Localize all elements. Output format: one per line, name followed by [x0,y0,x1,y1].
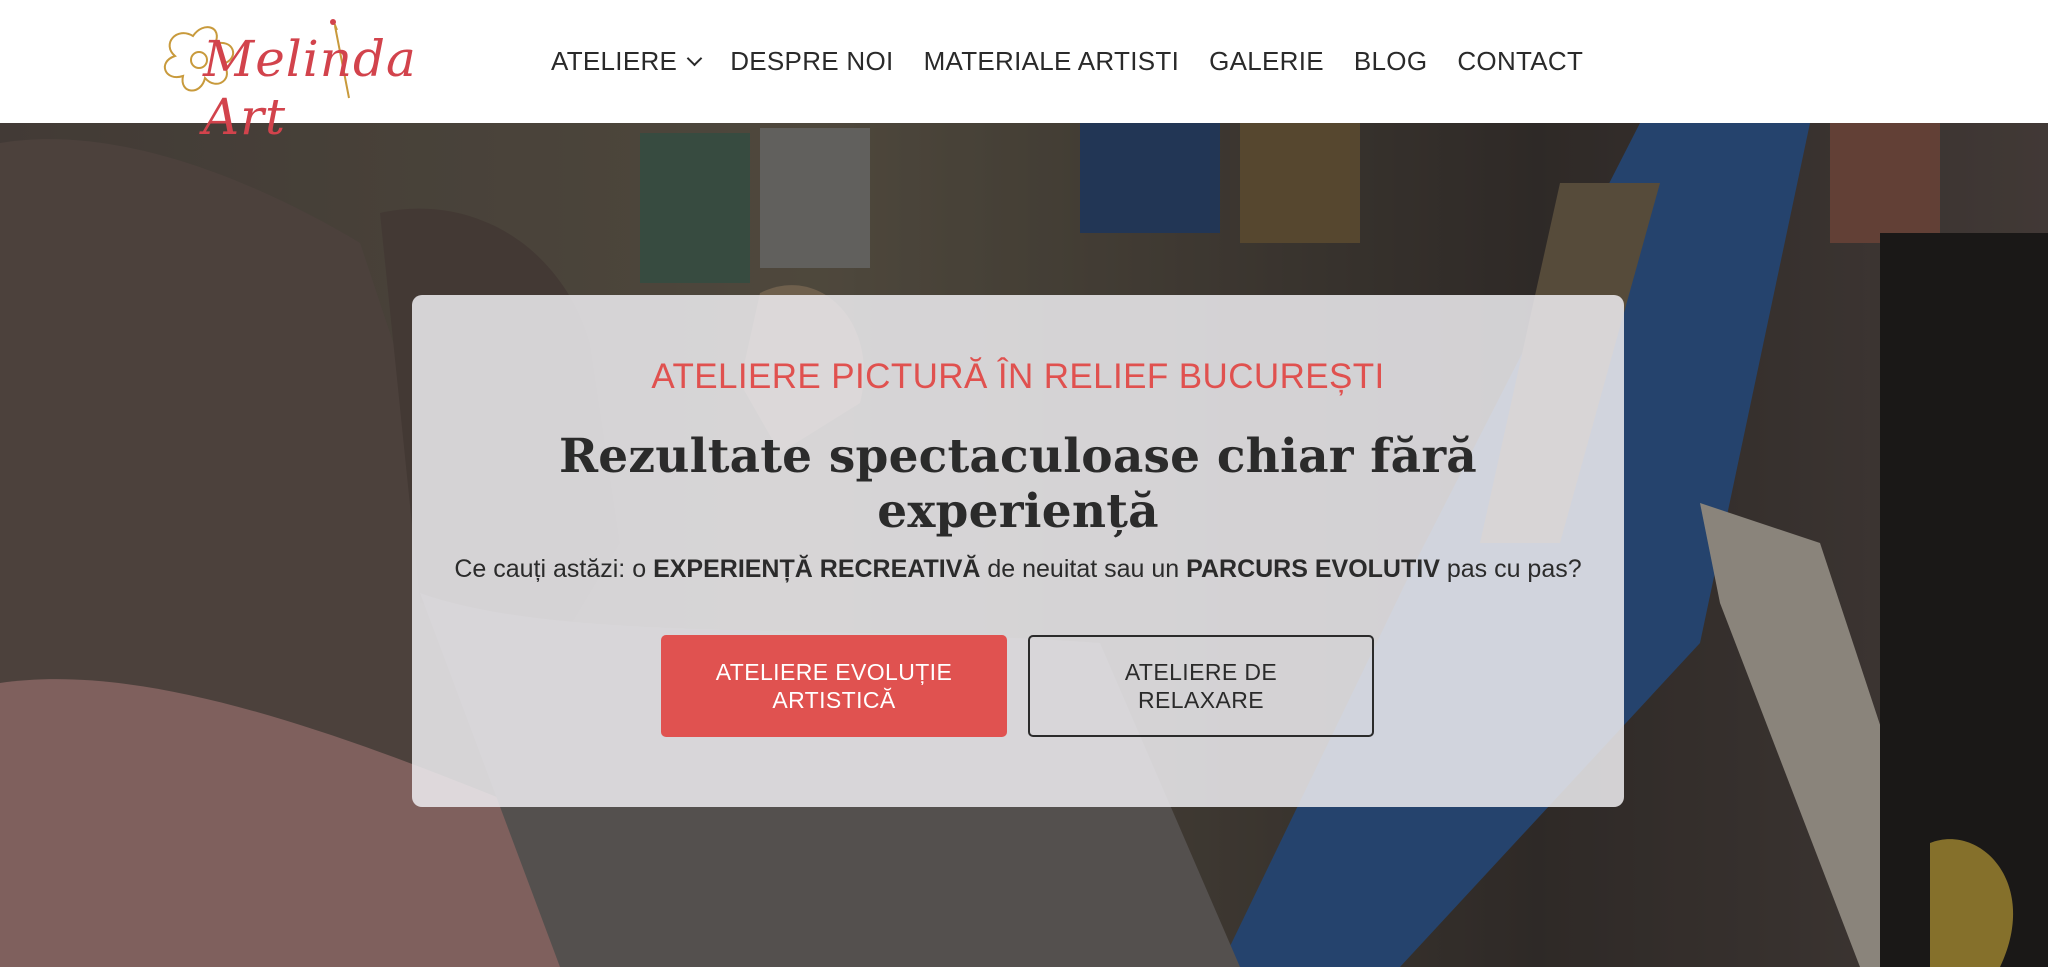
tagline-part: de neuitat sau un [980,555,1187,583]
nav-item-label: ATELIERE [551,46,678,76]
nav-item-label: MATERIALE ARTISTI [923,46,1180,76]
ateliere-relaxare-button[interactable]: ATELIERE DE RELAXARE [1028,635,1374,737]
tagline-part: Ce cauți astăzi: o [454,555,654,583]
hero-tagline: Ce cauți astăzi: o EXPERIENȚĂ RECREATIVĂ… [412,555,1624,584]
hero-card: ATELIERE PICTURĂ ÎN RELIEF BUCUREȘTI Rez… [412,295,1624,807]
nav-item-label: DESPRE NOI [730,46,894,76]
nav-item-label: CONTACT [1457,46,1584,76]
hero-headline: Rezultate spectaculoase chiar fără exper… [559,429,1477,539]
hero-kicker: ATELIERE PICTURĂ ÎN RELIEF BUCUREȘTI [651,357,1385,396]
nav-item-label: GALERIE [1209,46,1324,76]
tagline-highlight-recreativa: EXPERIENȚĂ RECREATIVĂ [653,555,981,583]
nav-item-ateliere[interactable]: ATELIERE [551,46,715,77]
nav-item-label: BLOG [1353,46,1428,76]
tagline-part: pas cu pas? [1439,555,1582,583]
nav-item-despre-noi[interactable]: DESPRE NOI [715,46,908,77]
tagline-highlight-evolutiv: PARCURS EVOLUTIV [1186,555,1440,583]
logo-text: Melinda Art [203,30,417,146]
nav-item-blog[interactable]: BLOG [1339,46,1442,77]
site-header: Melinda Art ATELIERE DESPRE NOI MATERIAL… [0,0,2048,146]
nav-item-materiale-artisti[interactable]: MATERIALE ARTISTI [909,46,1195,77]
ateliere-evolutie-button[interactable]: ATELIERE EVOLUȚIE ARTISTICĂ [661,635,1007,737]
nav-item-contact[interactable]: CONTACT [1442,46,1598,77]
site-logo[interactable]: Melinda Art [153,16,416,146]
nav-item-galerie[interactable]: GALERIE [1194,46,1339,77]
chevron-down-icon [686,50,703,67]
main-nav: ATELIERE DESPRE NOI MATERIALE ARTISTI GA… [551,0,1598,123]
